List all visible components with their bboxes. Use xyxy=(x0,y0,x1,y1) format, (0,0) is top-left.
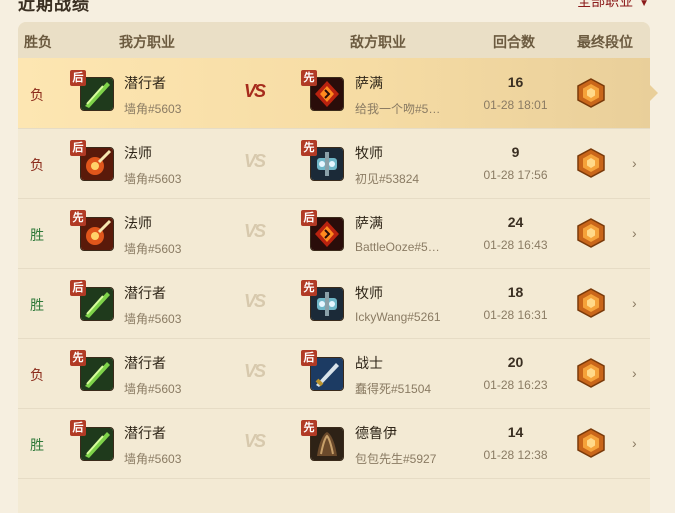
enemy-player-name: BattleOoze#5… xyxy=(355,240,440,254)
my-player-name: 墙角#5603 xyxy=(124,242,182,256)
col-result: 胜负 xyxy=(24,34,52,50)
rounds-count: 24 xyxy=(507,214,524,230)
match-time: 01-28 12:38 xyxy=(483,448,548,462)
col-rank: 最终段位 xyxy=(577,34,633,50)
filter-label: 全部职业 xyxy=(577,0,634,9)
my-turn-badge: 后 xyxy=(70,140,86,156)
match-row[interactable]: 胜 后 潜行者墙角#5603 VS 先 牧师 IckyWang#5261 18 01-28 16… xyxy=(18,268,650,339)
match-time: 01-28 16:23 xyxy=(483,378,548,392)
chevron-right-icon[interactable]: › xyxy=(632,365,637,381)
enemy-class-name: 牧师 xyxy=(355,145,383,161)
rank-badge-icon xyxy=(577,78,605,108)
match-time: 01-28 16:43 xyxy=(483,238,548,252)
caret-down-icon: ▼ xyxy=(639,0,649,9)
enemy-class-name: 牧师 xyxy=(355,285,383,301)
my-player-name: 墙角#5603 xyxy=(124,452,182,466)
enemy-turn-badge: 先 xyxy=(301,70,317,86)
enemy-player-name: 初见#53824 xyxy=(355,172,420,186)
result-label: 负 xyxy=(30,87,44,103)
my-player-name: 墙角#5603 xyxy=(124,312,182,326)
result-label: 胜 xyxy=(30,297,44,313)
enemy-class-name: 萨满 xyxy=(355,75,383,91)
col-enemy-class: 敌方职业 xyxy=(350,34,406,50)
rank-badge-icon xyxy=(577,358,605,388)
enemy-player-name: 蠢得死#51504 xyxy=(355,382,432,396)
match-row[interactable]: 胜 先 法师墙角#5603 VS 后 萨满 BattleOoze#5… 24 01-28 16:… xyxy=(18,198,650,269)
chevron-right-icon[interactable]: › xyxy=(632,155,637,171)
my-class-name: 潜行者 xyxy=(124,75,166,91)
vs-icon: VS xyxy=(244,431,266,451)
enemy-player-name: 包包先生#5927 xyxy=(355,452,437,466)
rounds-count: 9 xyxy=(511,144,520,160)
enemy-turn-badge: 后 xyxy=(301,210,317,226)
top-bar: 近期战绩 全部职业 ▼ xyxy=(0,0,675,14)
rounds-count: 14 xyxy=(507,424,524,440)
enemy-turn-badge: 后 xyxy=(301,350,317,366)
table-header: 胜负 我方职业 敌方职业 回合数 最终段位 xyxy=(18,22,650,58)
my-class-name: 潜行者 xyxy=(124,425,166,441)
col-my-class: 我方职业 xyxy=(119,34,175,50)
my-class-name: 潜行者 xyxy=(124,355,166,371)
enemy-turn-badge: 先 xyxy=(301,140,317,156)
enemy-class-name: 萨满 xyxy=(355,215,383,231)
result-label: 胜 xyxy=(30,437,44,453)
my-player-name: 墙角#5603 xyxy=(124,102,182,116)
chevron-right-icon[interactable]: › xyxy=(632,295,637,311)
my-turn-badge: 先 xyxy=(70,210,86,226)
rank-badge-icon xyxy=(577,288,605,318)
section-title: 近期战绩 xyxy=(18,0,90,14)
result-label: 负 xyxy=(30,157,44,173)
rounds-count: 18 xyxy=(507,284,524,300)
my-class-name: 法师 xyxy=(124,215,152,231)
class-filter-dropdown[interactable]: 全部职业 ▼ xyxy=(577,0,649,11)
my-turn-badge: 后 xyxy=(70,70,86,86)
result-label: 胜 xyxy=(30,227,44,243)
enemy-player-name: IckyWang#5261 xyxy=(355,310,441,324)
rounds-count: 16 xyxy=(507,74,524,90)
match-time: 01-28 16:31 xyxy=(483,308,548,322)
match-row[interactable]: 负 后 潜行者墙角#5603 VS 先 萨满给我一个吻#5… 16 01-28 18:01 xyxy=(18,58,658,129)
vs-icon: VS xyxy=(244,151,266,171)
vs-icon: VS xyxy=(244,361,266,381)
match-time: 01-28 17:56 xyxy=(483,168,548,182)
my-player-name: 墙角#5603 xyxy=(124,382,182,396)
enemy-player-name: 给我一个吻#5… xyxy=(355,102,441,116)
match-row[interactable]: 负 后 法师墙角#5603 VS 先 牧师初见#53824 9 01-28 17:56 › xyxy=(18,128,650,199)
enemy-turn-badge: 先 xyxy=(301,280,317,296)
chevron-right-icon[interactable]: › xyxy=(632,225,637,241)
vs-icon: VS xyxy=(244,81,266,101)
rounds-count: 20 xyxy=(507,354,524,370)
vs-icon: VS xyxy=(244,291,266,311)
chevron-right-icon[interactable]: › xyxy=(632,435,637,451)
my-turn-badge: 后 xyxy=(70,420,86,436)
col-rounds: 回合数 xyxy=(493,34,535,50)
result-label: 负 xyxy=(30,367,44,383)
my-class-name: 潜行者 xyxy=(124,285,166,301)
match-row[interactable]: 胜 后 潜行者墙角#5603 VS 先 德鲁伊包包先生#5927 14 01-28 12:38… xyxy=(18,408,650,479)
enemy-class-name: 德鲁伊 xyxy=(355,425,397,441)
enemy-turn-badge: 先 xyxy=(301,420,317,436)
enemy-class-name: 战士 xyxy=(355,355,383,371)
rank-badge-icon xyxy=(577,218,605,248)
rank-badge-icon xyxy=(577,148,605,178)
my-class-name: 法师 xyxy=(124,145,152,161)
vs-icon: VS xyxy=(244,221,266,241)
match-history-panel: 胜负 我方职业 敌方职业 回合数 最终段位 负后潜行者 墙角#5603 VS 先萨满给… xyxy=(18,22,658,513)
match-time: 01-28 18:01 xyxy=(483,98,548,112)
my-turn-badge: 后 xyxy=(70,280,86,296)
my-turn-badge: 先 xyxy=(70,350,86,366)
my-player-name: 墙角#5603 xyxy=(124,172,182,186)
match-row[interactable]: 负 先 潜行者墙角#5603 VS 后 战士蠢得死#51504 20 01-28 16:23 › xyxy=(18,338,650,409)
rank-badge-icon xyxy=(577,428,605,458)
